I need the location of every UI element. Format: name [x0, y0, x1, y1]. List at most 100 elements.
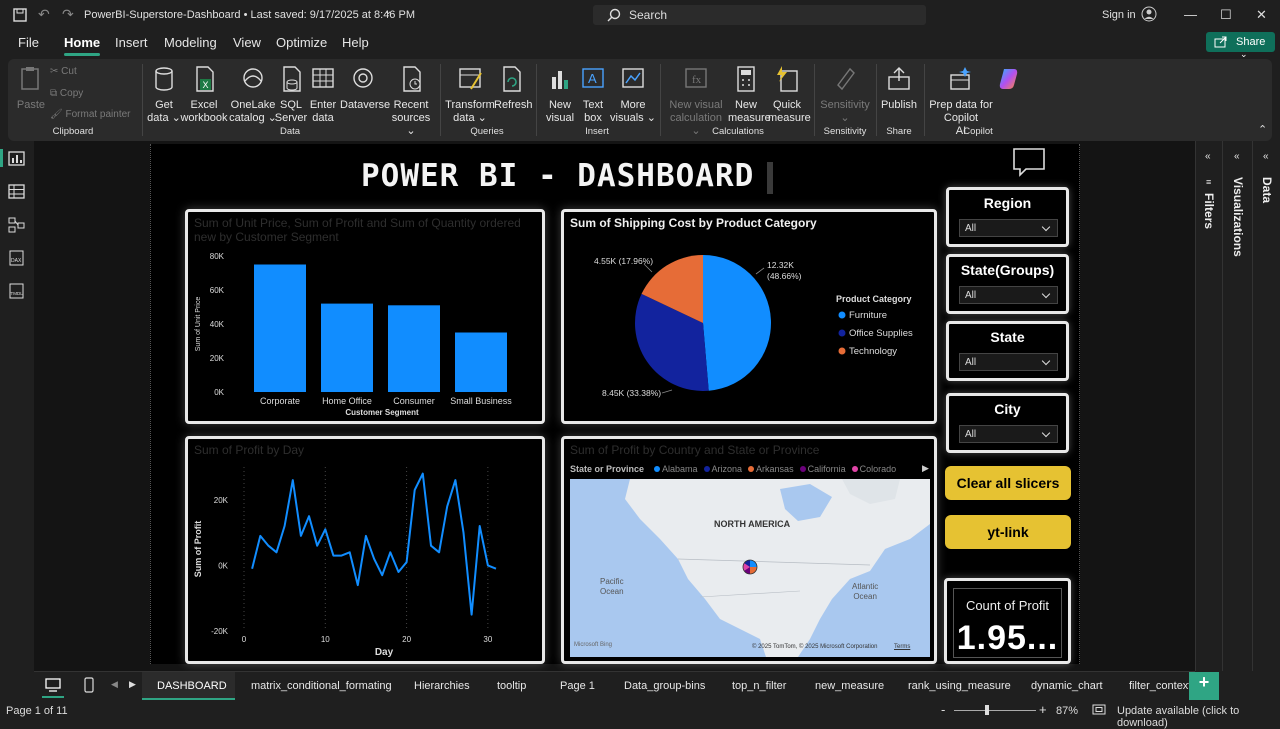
bar-chart-visual[interactable]: Sum of Unit Price, Sum of Profit and Sum…	[185, 209, 545, 424]
zoom-slider[interactable]	[954, 710, 1036, 711]
map-terms-link[interactable]: Terms	[894, 644, 910, 650]
state-groups-dropdown[interactable]: All	[959, 286, 1058, 304]
signin-link[interactable]: Sign in	[1102, 9, 1136, 21]
comment-icon[interactable]	[1012, 147, 1046, 177]
kpi-card[interactable]: Count of Profit 1.95...	[944, 578, 1071, 664]
new-measure-button[interactable]: New measure	[728, 65, 771, 125]
cut-button[interactable]: ✂ Cut	[50, 65, 77, 78]
dataverse-button[interactable]: Dataverse	[340, 65, 390, 112]
transform-data-button[interactable]: Transform data ⌄	[444, 65, 496, 125]
legend-item: Technology	[849, 346, 897, 357]
model-view-icon[interactable]	[8, 217, 26, 233]
clear-all-slicers-button[interactable]: Clear all slicers	[945, 466, 1071, 500]
menu-home[interactable]: Home	[64, 35, 101, 56]
table-view-icon[interactable]	[8, 184, 26, 200]
save-icon[interactable]	[12, 7, 28, 23]
menu-insert[interactable]: Insert	[115, 35, 148, 50]
desktop-layout-icon[interactable]	[45, 678, 61, 692]
tab-scroll-left-icon[interactable]: ◀	[111, 679, 118, 690]
recent-sources-icon	[403, 66, 421, 92]
group-label-calculations: Calculations	[712, 126, 764, 137]
state-groups-slicer[interactable]: State(Groups) All	[946, 254, 1069, 314]
tab-dashboard[interactable]: DASHBOARD	[157, 680, 227, 692]
city-dropdown[interactable]: All	[959, 425, 1058, 443]
new-visual-button[interactable]: New visual	[542, 65, 578, 125]
menu-optimize[interactable]: Optimize	[276, 35, 327, 50]
quick-measure-button[interactable]: Quick measure	[768, 65, 811, 125]
search-input[interactable]: Search	[593, 5, 926, 25]
menu-help[interactable]: Help	[342, 35, 369, 50]
tab-hierarchies[interactable]: Hierarchies	[414, 680, 470, 692]
tab-rank-using-measure[interactable]: rank_using_measure	[908, 680, 1011, 692]
more-visuals-button[interactable]: More visuals ⌄	[610, 65, 656, 125]
menu-file[interactable]: File	[18, 35, 39, 50]
recent-sources-button[interactable]: Recent sources ⌄	[388, 65, 434, 138]
state-slicer[interactable]: State All	[946, 321, 1069, 381]
expand-icon[interactable]: «	[1263, 151, 1269, 162]
map-pie-marker[interactable]	[742, 559, 758, 575]
region-slicer[interactable]: Region All	[946, 187, 1069, 247]
share-button[interactable]: Share ⌄	[1206, 32, 1275, 59]
close-icon[interactable]: ✕	[1256, 7, 1267, 23]
onelake-catalog-button[interactable]: OneLake catalog ⌄	[228, 65, 278, 125]
sql-server-button[interactable]: SQL Server	[274, 65, 308, 125]
user-avatar-icon[interactable]	[1141, 6, 1157, 22]
excel-workbook-button[interactable]: X Excel workbook	[180, 65, 228, 125]
status-bar: Page 1 of 11 - + 87% Update available (c…	[0, 700, 1280, 729]
get-data-button[interactable]: Get data ⌄	[146, 65, 182, 125]
tmdl-view-icon[interactable]: TMDL	[8, 283, 26, 299]
tab-scroll-right-icon[interactable]: ▶	[129, 679, 136, 690]
add-page-button[interactable]: +	[1189, 672, 1219, 700]
maximize-icon[interactable]: ☐	[1220, 7, 1232, 23]
update-available-link[interactable]: Update available (click to download)	[1117, 705, 1280, 729]
region-dropdown[interactable]: All	[959, 219, 1058, 237]
pie-chart-visual[interactable]: Sum of Shipping Cost by Product Category…	[561, 209, 937, 424]
tab-tooltip[interactable]: tooltip	[497, 680, 526, 692]
tab-matrix-conditional-formating[interactable]: matrix_conditional_formating	[251, 680, 392, 692]
quick-measure-label-2: measure	[768, 112, 811, 124]
menu-modeling[interactable]: Modeling	[164, 35, 217, 50]
minimize-icon[interactable]: —	[1184, 7, 1197, 22]
visualizations-pane[interactable]: « Visualizations	[1222, 141, 1252, 671]
state-dropdown[interactable]: All	[959, 353, 1058, 371]
zoom-in-icon[interactable]: +	[1039, 702, 1047, 717]
map-visual[interactable]: Sum of Profit by Country and State or Pr…	[561, 436, 937, 664]
tab-new-measure[interactable]: new_measure	[815, 680, 884, 692]
collapse-ribbon-icon[interactable]: ⌃	[1258, 123, 1267, 136]
data-pane[interactable]: « Data	[1252, 141, 1280, 671]
tab-top-n-filter[interactable]: top_n_filter	[732, 680, 786, 692]
line-chart-visual[interactable]: Sum of Profit by Day 0 10 20 30 -20K 0K 20K Sum…	[185, 436, 545, 664]
dax-query-view-icon[interactable]: DAX	[8, 250, 26, 266]
tab-filter-context[interactable]: filter_context	[1129, 680, 1191, 692]
report-view-icon[interactable]	[8, 151, 26, 167]
refresh-button[interactable]: Refresh	[494, 65, 533, 112]
expand-icon[interactable]: «	[1205, 151, 1211, 162]
fit-to-page-icon[interactable]	[1092, 704, 1106, 715]
tab-data-group-bins[interactable]: Data_group-bins	[624, 680, 705, 692]
copilot-button[interactable]	[994, 65, 1024, 99]
expand-icon[interactable]: «	[1234, 151, 1240, 162]
sensitivity-button[interactable]: Sensitivity ⌄	[820, 65, 870, 125]
city-slicer[interactable]: City All	[946, 393, 1069, 453]
text-box-button[interactable]: A Text box	[578, 65, 608, 125]
paste-button[interactable]: Paste	[16, 65, 46, 112]
zoom-out-icon[interactable]: -	[941, 702, 945, 717]
yt-link-button[interactable]: yt-link	[945, 515, 1071, 549]
ribbon-separator	[814, 64, 815, 136]
tab-dynamic-chart[interactable]: dynamic_chart	[1031, 680, 1103, 692]
mobile-layout-icon[interactable]	[84, 677, 94, 693]
enter-data-button[interactable]: Enter data	[308, 65, 338, 125]
copy-button[interactable]: ⧉ Copy	[50, 87, 83, 100]
filters-pane[interactable]: « ≡ Filters	[1195, 141, 1222, 671]
zoom-slider-thumb[interactable]	[985, 705, 989, 715]
redo-icon[interactable]: ↷	[62, 6, 74, 23]
publish-button[interactable]: Publish	[880, 65, 918, 112]
legend-next-icon[interactable]: ▶	[922, 463, 929, 474]
map-canvas[interactable]	[570, 479, 930, 657]
menu-view[interactable]: View	[233, 35, 261, 50]
tab-page-1[interactable]: Page 1	[560, 680, 595, 692]
chevron-down-icon[interactable]: ⌄	[384, 6, 392, 17]
undo-icon[interactable]: ↶	[38, 6, 50, 23]
page-indicator: Page 1 of 11	[6, 705, 68, 717]
format-painter-button[interactable]: 🖌 Format painter	[50, 108, 131, 121]
